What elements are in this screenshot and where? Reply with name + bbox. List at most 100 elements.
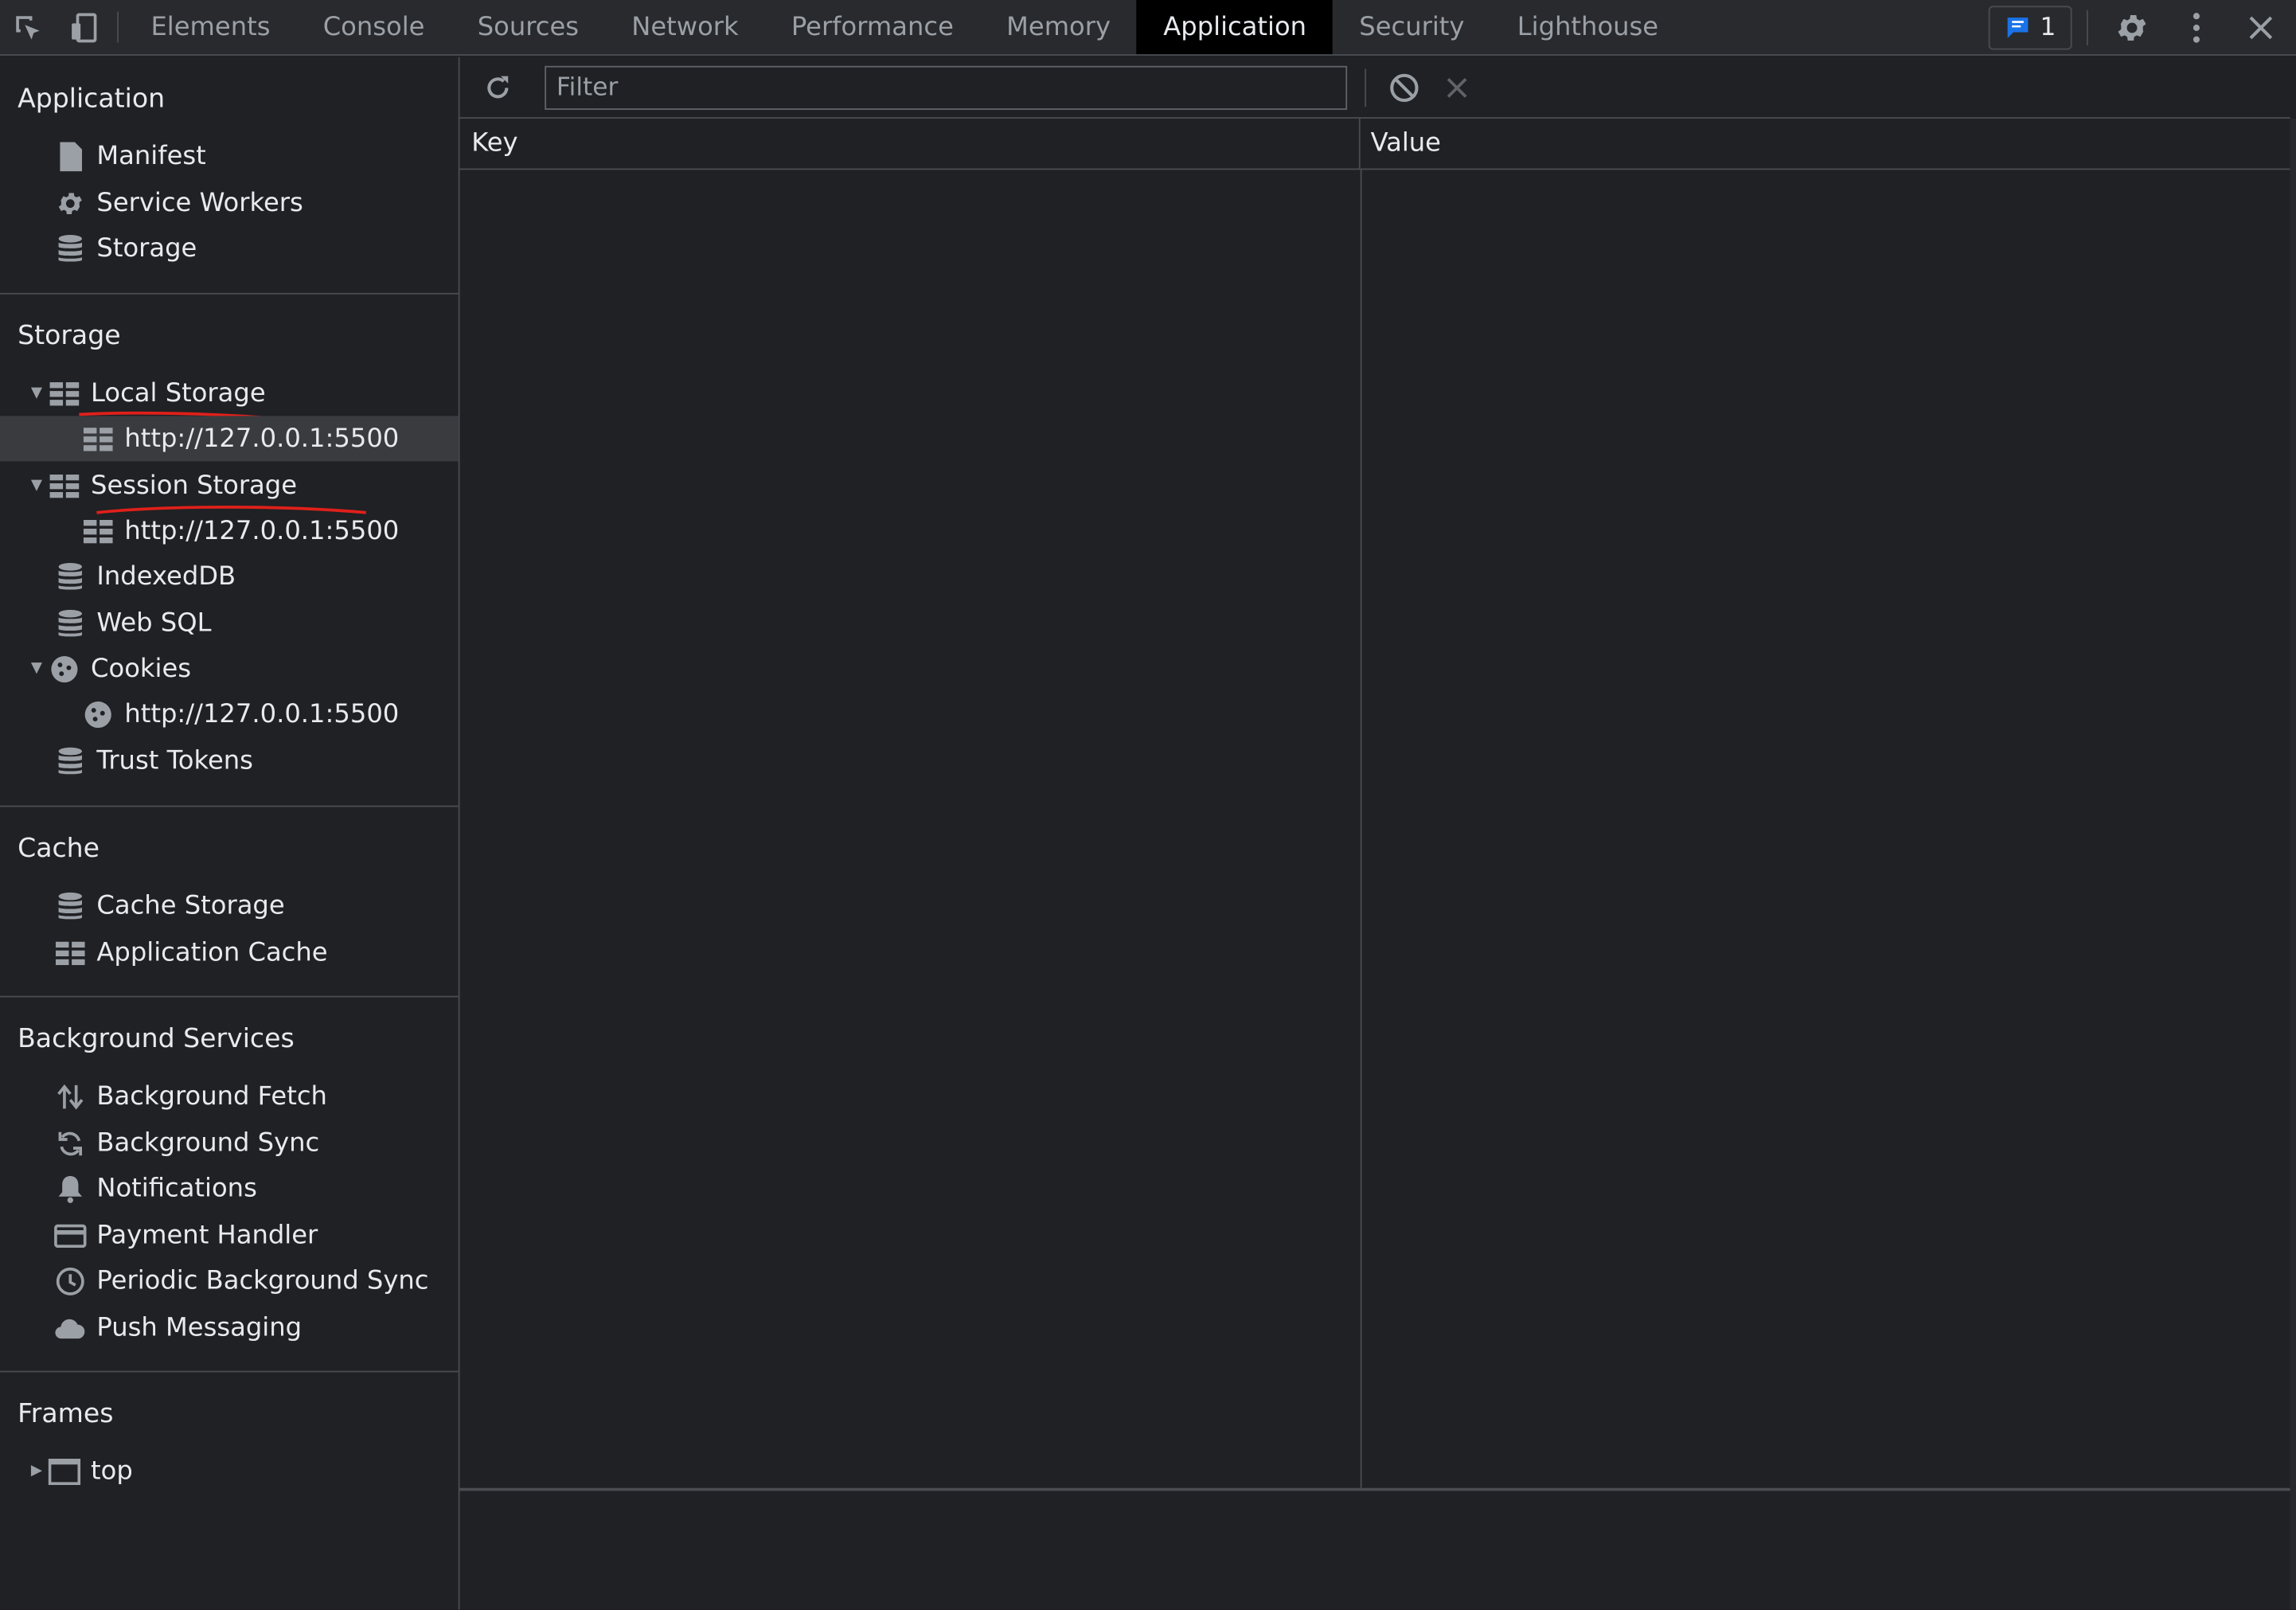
storage-toolbar xyxy=(459,57,2290,119)
sidebar-item-label: IndexedDB xyxy=(96,561,236,592)
clock-icon xyxy=(54,1266,86,1295)
section-title-background-services: Background Services xyxy=(18,1023,295,1055)
sidebar-item-cookies[interactable]: ▼ Cookies xyxy=(0,646,459,691)
column-divider xyxy=(1360,170,1362,1488)
devtools-toolbar: Elements Console Sources Network Perform… xyxy=(0,0,2296,56)
sidebar-item-label: Push Messaging xyxy=(96,1312,303,1342)
expand-triangle-icon[interactable]: ▼ xyxy=(28,477,45,494)
tab-lighthouse[interactable]: Lighthouse xyxy=(1491,0,1685,54)
tab-application[interactable]: Application xyxy=(1137,0,1333,55)
sidebar-item-label: Background Sync xyxy=(96,1128,320,1158)
document-icon xyxy=(54,141,86,171)
sidebar-item-periodic-background-sync[interactable]: Periodic Background Sync xyxy=(0,1258,459,1303)
sidebar-item-label: Cache Storage xyxy=(96,891,285,921)
expand-triangle-icon[interactable]: ▼ xyxy=(28,660,45,678)
value-preview-pane xyxy=(460,1491,2290,1609)
section-divider xyxy=(0,805,459,807)
table-icon xyxy=(82,516,114,545)
sidebar-item-manifest[interactable]: Manifest xyxy=(0,133,459,178)
database-icon xyxy=(54,746,86,776)
sidebar-item-label: Local Storage xyxy=(91,378,266,408)
tab-memory[interactable]: Memory xyxy=(980,0,1137,54)
storage-view-panel: Key Value xyxy=(459,57,2296,1610)
section-divider xyxy=(0,995,459,998)
section-title-cache: Cache xyxy=(18,833,100,865)
sidebar-item-label: Cookies xyxy=(91,654,192,684)
sidebar-item-background-sync[interactable]: Background Sync xyxy=(0,1120,459,1166)
data-grid-body[interactable] xyxy=(459,170,2290,1491)
section-divider xyxy=(0,1370,459,1373)
sidebar-item-local-storage-origin[interactable]: http://127.0.0.1:5500 xyxy=(0,416,459,462)
more-options-icon[interactable] xyxy=(2167,1,2226,53)
device-toolbar-icon[interactable] xyxy=(56,0,111,54)
bell-icon xyxy=(54,1174,86,1203)
sidebar-item-push-messaging[interactable]: Push Messaging xyxy=(0,1305,459,1350)
section-title-storage: Storage xyxy=(18,320,121,352)
close-icon[interactable] xyxy=(2232,1,2290,53)
table-icon xyxy=(82,424,114,453)
data-grid-header: Key Value xyxy=(459,118,2290,170)
collapsed-triangle-icon[interactable]: ▶ xyxy=(28,1463,45,1480)
frame-window-icon xyxy=(48,1456,81,1486)
sidebar-item-application-cache[interactable]: Application Cache xyxy=(0,930,459,975)
column-header-key[interactable]: Key xyxy=(460,118,1361,169)
sidebar-item-notifications[interactable]: Notifications xyxy=(0,1166,459,1211)
database-icon xyxy=(54,233,86,263)
tab-elements[interactable]: Elements xyxy=(124,0,296,54)
tab-security[interactable]: Security xyxy=(1333,0,1490,54)
sync-icon xyxy=(54,1128,86,1158)
sidebar-item-label: Web SQL xyxy=(96,608,212,639)
sidebar-item-label: Background Fetch xyxy=(96,1081,327,1112)
cloud-icon xyxy=(54,1313,86,1342)
table-icon xyxy=(49,471,80,500)
sidebar-item-frame-top[interactable]: ▶ top xyxy=(0,1448,459,1494)
sidebar-item-web-sql[interactable]: Web SQL xyxy=(0,600,459,646)
sidebar-item-label: http://127.0.0.1:5500 xyxy=(124,424,400,454)
section-title-application: Application xyxy=(18,83,166,115)
sidebar-item-label: Trust Tokens xyxy=(96,746,253,776)
sidebar-item-storage[interactable]: Storage xyxy=(0,225,459,271)
tab-performance[interactable]: Performance xyxy=(765,0,980,54)
sidebar-item-label: Session Storage xyxy=(91,471,298,501)
sidebar-item-cookies-origin[interactable]: http://127.0.0.1:5500 xyxy=(0,691,459,737)
sidebar-item-label: Application Cache xyxy=(96,938,328,967)
sidebar-item-label: Service Workers xyxy=(96,188,303,218)
sidebar-item-cache-storage[interactable]: Cache Storage xyxy=(0,883,459,928)
sidebar-item-payment-handler[interactable]: Payment Handler xyxy=(0,1213,459,1258)
sidebar-item-label: Storage xyxy=(96,233,197,264)
database-icon xyxy=(54,561,86,591)
inspect-element-icon[interactable] xyxy=(0,0,56,54)
sidebar-item-session-storage-origin[interactable]: http://127.0.0.1:5500 xyxy=(0,508,459,553)
tab-sources[interactable]: Sources xyxy=(451,0,606,54)
credit-card-icon xyxy=(54,1221,87,1250)
sidebar-item-label: Notifications xyxy=(96,1174,257,1203)
sidebar-item-label: http://127.0.0.1:5500 xyxy=(124,699,400,729)
section-divider xyxy=(0,292,459,295)
sidebar-item-service-workers[interactable]: Service Workers xyxy=(0,180,459,225)
column-header-value[interactable]: Value xyxy=(1361,119,2290,169)
sidebar-item-label: http://127.0.0.1:5500 xyxy=(124,516,400,546)
cookie-icon xyxy=(49,654,80,683)
delete-selected-icon[interactable] xyxy=(1431,64,1483,111)
toolbar-divider xyxy=(2087,9,2088,45)
filter-input[interactable] xyxy=(545,64,1348,110)
clear-all-icon[interactable] xyxy=(1378,64,1431,111)
database-icon xyxy=(54,891,86,920)
settings-gear-icon[interactable] xyxy=(2103,1,2161,53)
sidebar-item-indexeddb[interactable]: IndexedDB xyxy=(0,553,459,599)
table-icon xyxy=(49,378,80,408)
message-icon xyxy=(2007,17,2029,37)
sidebar-item-label: top xyxy=(91,1456,133,1486)
toolbar-divider xyxy=(1365,68,1367,107)
refresh-icon[interactable] xyxy=(471,64,524,111)
sidebar-item-background-fetch[interactable]: Background Fetch xyxy=(0,1073,459,1119)
tab-console[interactable]: Console xyxy=(297,0,451,54)
issues-button[interactable]: 1 xyxy=(1989,5,2072,49)
cookie-icon xyxy=(82,699,114,729)
expand-triangle-icon[interactable]: ▼ xyxy=(28,385,45,402)
tab-network[interactable]: Network xyxy=(605,0,765,54)
toolbar-divider xyxy=(117,11,119,43)
sidebar-item-trust-tokens[interactable]: Trust Tokens xyxy=(0,738,459,784)
issues-count: 1 xyxy=(2040,12,2056,42)
table-icon xyxy=(54,938,86,967)
